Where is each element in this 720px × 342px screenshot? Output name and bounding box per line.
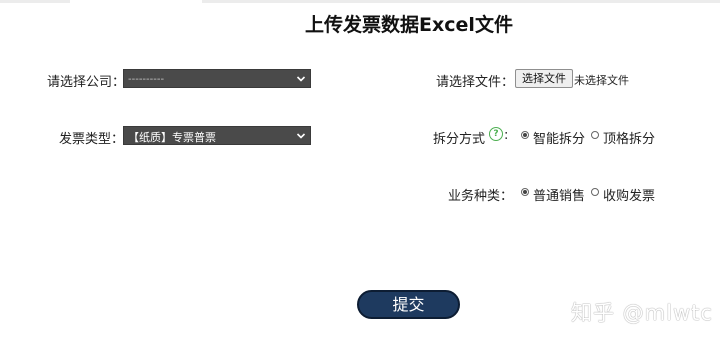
browser-tab[interactable] [70, 0, 202, 3]
browser-tab-strip [0, 0, 720, 3]
chevron-down-icon [296, 76, 306, 82]
help-icon[interactable]: ? [489, 127, 503, 141]
invoice-type-label: 发票类型： [59, 132, 125, 147]
invoice-type-select-value: 【纸质】专票普票 [128, 131, 216, 144]
choose-file-button[interactable]: 选择文件 [515, 69, 573, 88]
radio-top-split-label[interactable]: 顶格拆分 [603, 128, 655, 147]
radio-normal-sales-label[interactable]: 普通销售 [533, 185, 585, 204]
company-select[interactable]: ---------- [123, 69, 311, 88]
submit-button[interactable]: 提交 [357, 290, 460, 319]
invoice-type-select[interactable]: 【纸质】专票普票 [123, 126, 311, 145]
chevron-down-icon [296, 133, 306, 139]
split-method-colon: : [504, 128, 509, 143]
radio-smart-split-label[interactable]: 智能拆分 [533, 128, 585, 147]
file-status: 未选择文件 [574, 74, 629, 87]
business-type-label: 业务种类： [448, 189, 514, 204]
radio-smart-split[interactable] [521, 131, 529, 139]
radio-purchase-invoice[interactable] [591, 188, 599, 196]
file-label: 请选择文件： [436, 75, 515, 90]
radio-normal-sales[interactable] [521, 188, 529, 196]
watermark: 知乎 @mlwtc [571, 301, 713, 325]
radio-top-split[interactable] [591, 131, 599, 139]
company-select-value: ---------- [128, 74, 165, 85]
split-method-label: 拆分方式 [433, 132, 486, 147]
radio-purchase-invoice-label[interactable]: 收购发票 [603, 185, 655, 204]
page-title: 上传发票数据Excel文件 [305, 14, 513, 36]
company-label: 请选择公司： [47, 75, 126, 90]
